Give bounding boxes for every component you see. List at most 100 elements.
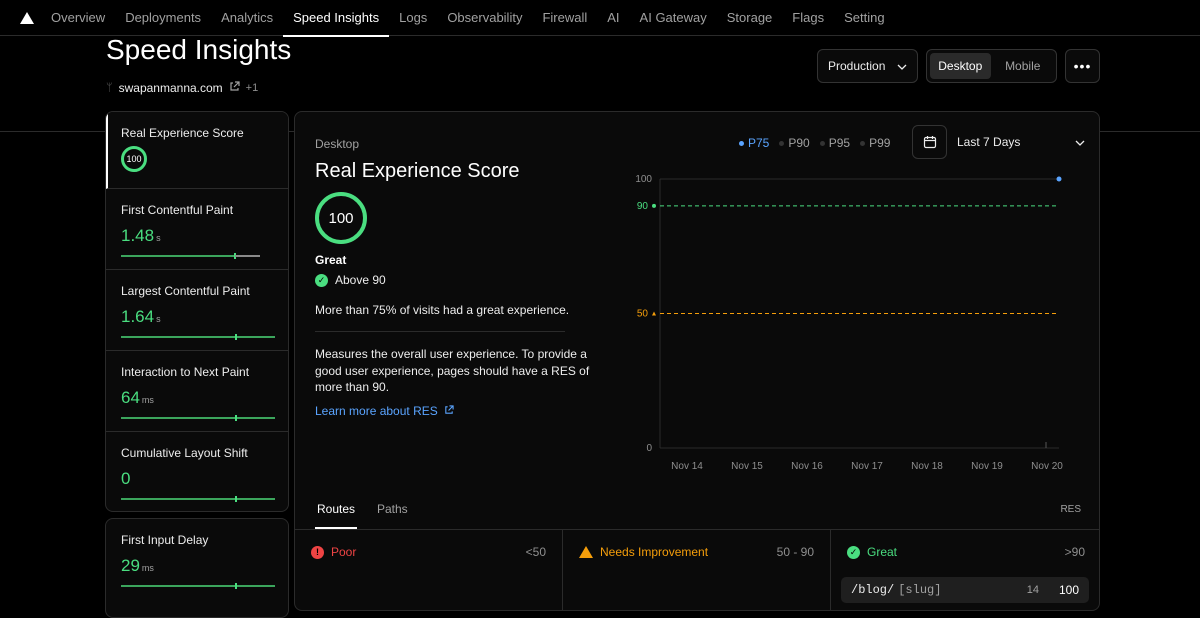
metric-description: Measures the overall user experience. To… [315, 347, 590, 394]
metric-label: Cumulative Layout Shift [121, 446, 248, 460]
check-circle-icon: ✓ [847, 545, 860, 559]
calendar-icon [923, 136, 936, 149]
device-mobile-button[interactable]: Mobile [993, 53, 1054, 79]
nav-tab-storage[interactable]: Storage [717, 0, 783, 36]
calendar-button[interactable] [912, 125, 947, 159]
alert-circle-icon: ! [311, 545, 324, 559]
threshold-text: Above 90 [335, 273, 386, 287]
routes-tabs-row: Routes Paths RES [295, 492, 1099, 530]
vercel-logo-icon[interactable] [20, 12, 34, 24]
metrics-sidebar: Real Experience Score 100 First Contentf… [105, 111, 289, 512]
warning-triangle-icon [579, 546, 593, 558]
nav-tab-analytics[interactable]: Analytics [211, 0, 283, 36]
x-tick-label: Nov 20 [1031, 461, 1063, 472]
device-desktop-button[interactable]: Desktop [930, 53, 991, 79]
page-title: Speed Insights [106, 34, 292, 65]
learn-more-link[interactable]: Learn more about RES [315, 404, 454, 418]
nav-tab-deployments[interactable]: Deployments [115, 0, 211, 36]
metric-label: First Contentful Paint [121, 203, 234, 217]
route-visit-count: 14 [1026, 584, 1039, 596]
environment-value: Production [828, 59, 886, 73]
data-point [1056, 176, 1062, 182]
metric-distribution-bar [121, 496, 275, 502]
res-line-chart: 0 100 90 50 Nov 14 Nov 15 Nov 16 Nov 17 Nov 18 No… [635, 174, 1063, 472]
nav-tab-ai-gateway[interactable]: AI Gateway [630, 0, 717, 36]
percentile-p90[interactable]: P90 [779, 136, 810, 150]
metric-card-cls[interactable]: Cumulative Layout Shift 0 [106, 432, 288, 511]
nav-tab-firewall[interactable]: Firewall [532, 0, 597, 36]
metric-card-inp[interactable]: Interaction to Next Paint 64 ms [106, 351, 288, 432]
threshold-marker-90 [652, 203, 656, 208]
y-tick-label: 100 [635, 174, 652, 185]
score-ring: 100 [121, 146, 147, 172]
x-tick-label: Nov 17 [851, 461, 883, 472]
nav-tab-overview[interactable]: Overview [41, 0, 115, 36]
metric-value: 1.64 s [121, 307, 161, 326]
great-range: >90 [1064, 545, 1085, 559]
metric-label: Real Experience Score [121, 126, 244, 140]
top-nav: Overview Deployments Analytics Speed Ins… [0, 0, 1200, 37]
date-range-select[interactable]: Last 7 Days [955, 125, 1085, 159]
percentile-p99[interactable]: P99 [860, 136, 890, 150]
route-row[interactable]: /blog/ [slug] 14 100 [841, 577, 1089, 603]
metric-distribution-bar [121, 583, 275, 589]
metric-value: 0 [121, 469, 131, 488]
domain-extra-count[interactable]: +1 [246, 82, 259, 94]
metric-detail-panel: Desktop Real Experience Score 100 Great … [294, 111, 1100, 611]
more-options-button[interactable]: ••• [1065, 49, 1100, 83]
x-tick-label: Nov 15 [731, 461, 763, 472]
check-circle-icon: ✓ [315, 273, 328, 287]
y-tick-label: 0 [646, 443, 652, 454]
great-column: ✓ Great >90 /blog/ [slug] 14 100 [831, 530, 1099, 610]
metric-distribution-bar [121, 334, 275, 340]
chevron-down-icon [897, 59, 907, 73]
needs-improvement-range: 50 - 90 [776, 545, 814, 559]
nav-tabs: Overview Deployments Analytics Speed Ins… [41, 0, 895, 37]
x-tick-label: Nov 14 [671, 461, 703, 472]
metric-value: 1.48 s [121, 226, 161, 245]
needs-improvement-column: Needs Improvement 50 - 90 [563, 530, 831, 610]
divider [315, 331, 565, 332]
percentile-p95[interactable]: P95 [819, 136, 850, 150]
visits-summary: More than 75% of visits had a great expe… [315, 303, 570, 317]
metric-card-fcp[interactable]: First Contentful Paint 1.48 s [106, 189, 288, 270]
nav-tab-logs[interactable]: Logs [389, 0, 437, 36]
git-branch-icon: ᛘ [106, 82, 113, 94]
nav-tab-speed-insights[interactable]: Speed Insights [283, 0, 390, 37]
chevron-down-icon [1075, 135, 1085, 149]
metric-value: 64 ms [121, 388, 154, 407]
res-column-label: RES [1060, 504, 1081, 515]
metric-distribution-bar [121, 415, 275, 421]
route-path: /blog/ [851, 583, 895, 597]
rating-label: Great [315, 253, 347, 267]
domain-link[interactable]: swapanmanna.com [119, 81, 223, 95]
nav-tab-flags[interactable]: Flags [782, 0, 834, 36]
metric-distribution-bar-tail [235, 255, 260, 257]
percentile-p75[interactable]: P75 [739, 136, 769, 150]
environment-select[interactable]: Production [817, 49, 918, 83]
percentile-tabs: P75 P90 P95 P99 [739, 136, 890, 150]
x-tick-label: Nov 18 [911, 461, 943, 472]
nav-tab-settings[interactable]: Setting [834, 0, 894, 36]
score-ring-large: 100 [315, 192, 367, 244]
tab-routes[interactable]: Routes [314, 502, 358, 529]
metric-card-res[interactable]: Real Experience Score 100 [106, 112, 288, 189]
poor-header: ! Poor [311, 545, 356, 559]
nav-tab-ai[interactable]: AI [597, 0, 629, 36]
route-score: 100 [1058, 583, 1079, 597]
device-toggle: Desktop Mobile [926, 49, 1057, 83]
metric-card-fid[interactable]: First Input Delay 29 ms [106, 519, 288, 600]
x-tick-label: Nov 16 [791, 461, 823, 472]
tab-paths[interactable]: Paths [377, 502, 408, 516]
metric-value: 29 ms [121, 556, 154, 575]
metric-card-lcp[interactable]: Largest Contentful Paint 1.64 s [106, 270, 288, 351]
external-link-icon [445, 405, 454, 414]
route-segment: [slug] [898, 583, 942, 597]
x-tick-label: Nov 19 [971, 461, 1003, 472]
date-range-value: Last 7 Days [957, 135, 1021, 149]
external-link-icon[interactable] [229, 81, 240, 95]
poor-range: <50 [525, 545, 546, 559]
metric-title: Real Experience Score [315, 160, 520, 182]
threshold-label-90: 90 [637, 201, 649, 212]
nav-tab-observability[interactable]: Observability [437, 0, 532, 36]
